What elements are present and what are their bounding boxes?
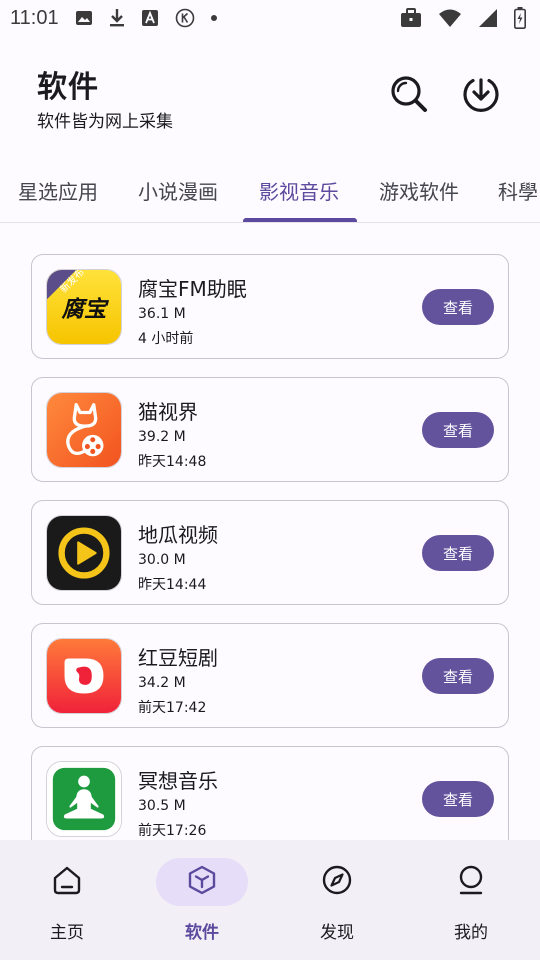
- search-button[interactable]: [387, 74, 431, 118]
- app-size: 30.5 M: [138, 798, 186, 814]
- app-name: 猫视界: [138, 400, 198, 424]
- nav-home-pill: [21, 858, 113, 906]
- bottom-navigation: 主页 软件 发现 我的: [0, 840, 540, 960]
- cube-icon: [186, 864, 218, 900]
- list-item[interactable]: 冥想音乐 30.5 M 前天17:26 查看: [31, 746, 509, 840]
- status-bar: 11:01: [0, 0, 540, 36]
- tab-science[interactable]: 科學: [498, 176, 538, 205]
- app-list: 新发布 腐宝 腐宝FM助眠 36.1 M 4 小时前 查看 猫视界 39.2 M…: [0, 223, 540, 840]
- nav-home[interactable]: 主页: [17, 858, 117, 948]
- profile-icon: [455, 864, 487, 900]
- battery-icon: [514, 7, 526, 29]
- meditation-icon: [46, 761, 122, 837]
- nav-discover-label: 发现: [320, 923, 354, 943]
- nav-profile-label: 我的: [454, 923, 488, 943]
- nav-software-label: 软件: [185, 923, 219, 943]
- k-circle-icon: [175, 8, 195, 28]
- play-circle-icon: [46, 515, 122, 591]
- view-button[interactable]: 查看: [422, 781, 494, 817]
- view-button[interactable]: 查看: [422, 658, 494, 694]
- download-button[interactable]: [459, 74, 503, 118]
- nav-discover-pill: [291, 858, 383, 906]
- page-subtitle: 软件皆为网上采集: [37, 112, 173, 132]
- dot-icon: [210, 15, 217, 21]
- app-time: 昨天14:44: [138, 577, 207, 593]
- app-time: 前天17:42: [138, 700, 207, 716]
- tab-indicator: [243, 218, 357, 222]
- list-item[interactable]: 地瓜视频 30.0 M 昨天14:44 查看: [31, 500, 509, 605]
- compass-icon: [321, 864, 353, 900]
- nav-profile[interactable]: 我的: [421, 858, 521, 948]
- fubao-icon-text: 腐宝: [61, 297, 110, 323]
- app-size: 34.2 M: [138, 675, 186, 691]
- tab-games-software[interactable]: 游戏软件: [379, 176, 459, 205]
- nav-discover[interactable]: 发现: [287, 858, 387, 948]
- tab-novel-comic[interactable]: 小说漫画: [138, 176, 218, 205]
- category-tabs: 星选应用 小说漫画 影视音乐 游戏软件 科學: [0, 160, 540, 223]
- app-name: 冥想音乐: [138, 769, 218, 793]
- app-time: 昨天14:48: [138, 454, 207, 470]
- app-size: 39.2 M: [138, 429, 186, 445]
- red-bean-icon: [46, 638, 122, 714]
- list-item[interactable]: 红豆短剧 34.2 M 前天17:42 查看: [31, 623, 509, 728]
- cat-film-icon: [46, 392, 122, 468]
- status-left: 11:01: [10, 7, 217, 30]
- page-title: 软件: [37, 70, 99, 105]
- list-item[interactable]: 猫视界 39.2 M 昨天14:48 查看: [31, 377, 509, 482]
- nav-home-label: 主页: [50, 923, 84, 943]
- status-right: [400, 7, 526, 29]
- search-icon: [389, 74, 429, 118]
- view-button[interactable]: 查看: [422, 535, 494, 571]
- download-circle-icon: [461, 74, 501, 118]
- app-name: 腐宝FM助眠: [138, 277, 247, 301]
- tab-xingxuan[interactable]: 星选应用: [18, 176, 98, 205]
- view-button[interactable]: 查看: [422, 289, 494, 325]
- home-icon: [51, 864, 83, 900]
- tab-video-music[interactable]: 影视音乐: [259, 176, 339, 205]
- app-time: 4 小时前: [138, 331, 194, 347]
- app-name: 地瓜视频: [138, 523, 218, 547]
- nav-profile-pill: [425, 858, 517, 906]
- view-button[interactable]: 查看: [422, 412, 494, 448]
- app-time: 前天17:26: [138, 823, 207, 839]
- app-size: 30.0 M: [138, 552, 186, 568]
- status-time: 11:01: [10, 6, 59, 29]
- download-icon: [109, 8, 125, 28]
- font-icon: [141, 9, 159, 27]
- nav-software[interactable]: 软件: [152, 858, 252, 948]
- image-icon: [75, 9, 93, 27]
- app-size: 36.1 M: [138, 306, 186, 322]
- signal-icon: [478, 8, 498, 28]
- briefcase-icon: [400, 8, 422, 28]
- list-item[interactable]: 新发布 腐宝 腐宝FM助眠 36.1 M 4 小时前 查看: [31, 254, 509, 359]
- wifi-icon: [438, 8, 462, 28]
- fubao-icon: 新发布 腐宝: [46, 269, 122, 345]
- app-name: 红豆短剧: [138, 646, 218, 670]
- nav-software-pill: [156, 858, 248, 906]
